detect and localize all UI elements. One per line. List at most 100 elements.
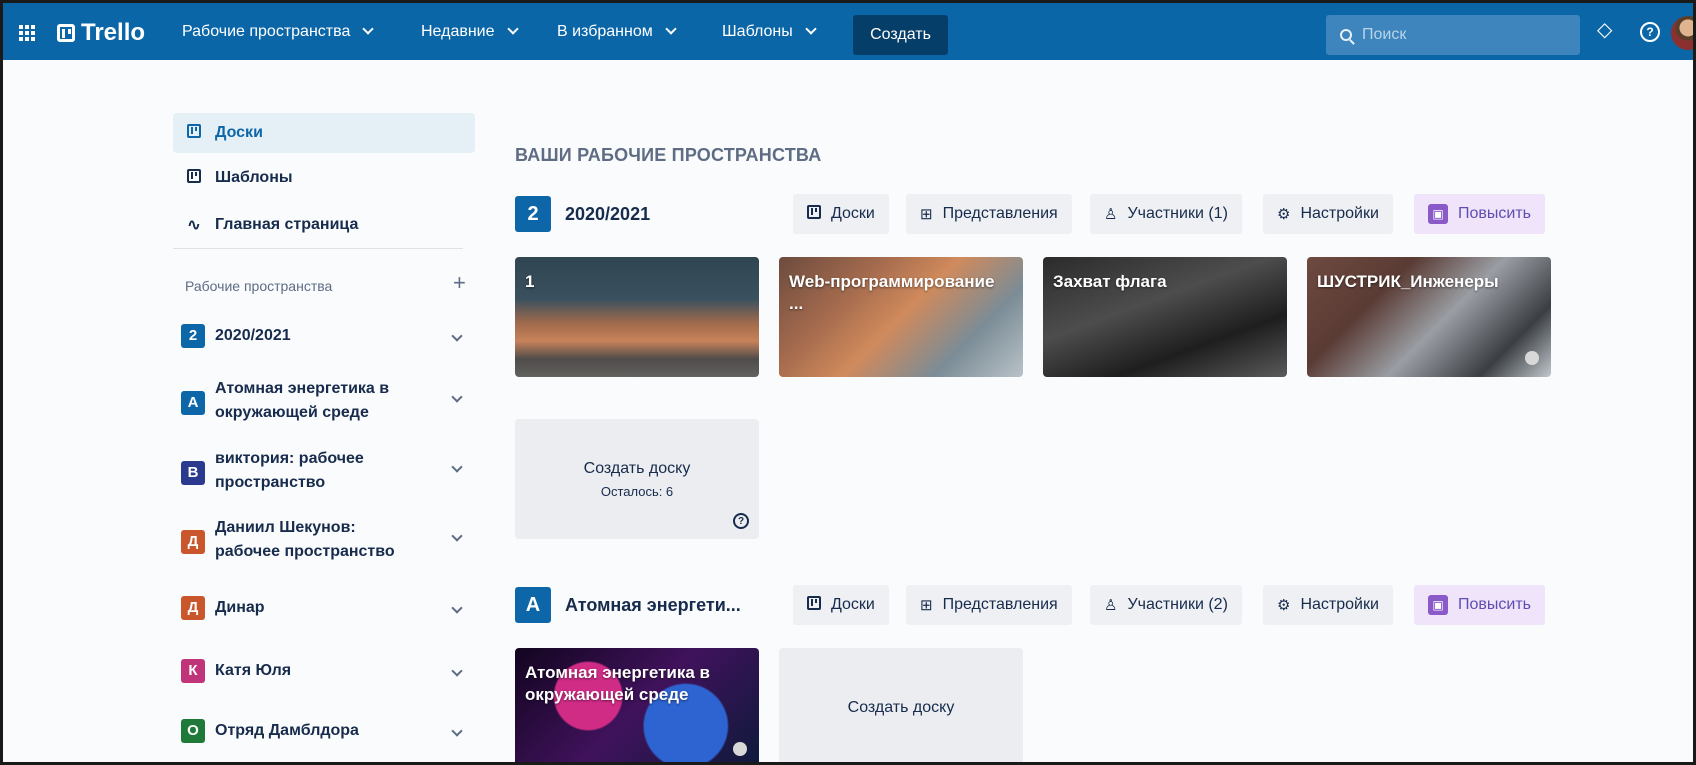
board-icon	[807, 205, 821, 223]
chevron-down-icon	[665, 23, 677, 35]
board-title: 1	[525, 272, 535, 291]
board-title: Атомная энергетика в окружающей среде	[525, 663, 710, 704]
workspace-views-button[interactable]: ⊞ Представления	[906, 194, 1072, 234]
nav-recent[interactable]: Недавние	[421, 3, 519, 60]
workspace-title: 2020/2021	[565, 203, 651, 224]
nav-workspaces[interactable]: Рабочие пространства	[182, 3, 375, 60]
workspace-badge: А	[515, 587, 551, 623]
button-label: Настройки	[1300, 596, 1379, 613]
chevron-down-icon[interactable]	[451, 461, 463, 473]
board-tile[interactable]: Захват флага	[1043, 257, 1287, 377]
gear-icon: ⚙	[1277, 597, 1291, 614]
button-label: Повысить	[1458, 205, 1531, 222]
workspace-title: Атомная энергети...	[565, 594, 741, 615]
upgrade-icon: ▣	[1428, 595, 1448, 615]
chevron-down-icon	[506, 23, 519, 35]
nav-workspaces-label: Рабочие пространства	[182, 22, 351, 40]
workspace-name: Катя Юля	[215, 662, 292, 679]
workspace-name: Динар	[215, 599, 265, 616]
help-icon[interactable]: ?	[733, 513, 749, 529]
workspace-views-button[interactable]: ⊞ Представления	[906, 585, 1072, 625]
sidebar-workspace-katya[interactable]: К Катя Юля	[181, 655, 471, 683]
sidebar-workspace-otryad[interactable]: О Отряд Дамблдора	[181, 715, 471, 743]
workspace-boards-button[interactable]: Доски	[793, 194, 889, 234]
workspace-members-button[interactable]: ♙ Участники (1)	[1090, 194, 1242, 234]
workspace-badge: О	[181, 719, 205, 743]
workspace-badge: Д	[181, 530, 205, 554]
chevron-down-icon[interactable]	[451, 665, 463, 677]
chevron-down-icon[interactable]	[451, 391, 463, 403]
create-board-tile[interactable]: Создать доску Осталось: 6 ?	[515, 419, 759, 539]
workspace-upgrade-button[interactable]: ▣ Повысить	[1414, 585, 1545, 625]
workspace-settings-button[interactable]: ⚙ Настройки	[1263, 585, 1393, 625]
status-dot	[733, 742, 747, 756]
workspace-badge: А	[181, 391, 205, 415]
workspace-badge: В	[181, 461, 205, 485]
sidebar-item-templates[interactable]: Шаблоны	[173, 158, 475, 198]
button-label: Представления	[942, 205, 1058, 222]
avatar[interactable]	[1671, 16, 1693, 50]
search-input[interactable]: Поиск	[1326, 15, 1580, 55]
board-title: ШУСТРИК_Инженеры	[1317, 272, 1499, 291]
create-board-tile[interactable]: Создать доску	[779, 648, 1023, 762]
search-icon	[1340, 29, 1352, 41]
sidebar-workspace-daniil[interactable]: Д Даниил Шекунов: рабочее пространство	[181, 516, 471, 564]
nav-recent-label: Недавние	[421, 22, 495, 40]
workspace-upgrade-button[interactable]: ▣ Повысить	[1414, 194, 1545, 234]
workspace-badge: 2	[181, 324, 205, 348]
workspaces-heading: Рабочие пространства	[185, 278, 333, 294]
button-label: Участники (2)	[1127, 596, 1228, 613]
sidebar-workspace-dinar[interactable]: Д Динар	[181, 592, 471, 620]
workspace-members-button[interactable]: ♙ Участники (2)	[1090, 585, 1242, 625]
workspace-name: Даниил Шекунов: рабочее пространство	[215, 519, 395, 560]
page-title: ВАШИ РАБОЧИЕ ПРОСТРАНСТВА	[515, 145, 822, 165]
grid-icon: ⊞	[920, 206, 933, 223]
sidebar-item-boards[interactable]: Доски	[173, 113, 475, 153]
chevron-down-icon	[362, 23, 375, 35]
person-icon: ♙	[1104, 597, 1118, 614]
workspace-name: виктория: рабочее пространство	[215, 450, 364, 491]
template-icon	[185, 168, 203, 188]
board-tile[interactable]: Web-программирование ...	[779, 257, 1023, 377]
help-icon[interactable]: ?	[1640, 22, 1660, 42]
nav-starred[interactable]: В избранном	[557, 3, 677, 60]
sidebar-workspace-2020-2021[interactable]: 2 2020/2021	[181, 320, 471, 348]
upgrade-icon: ▣	[1428, 204, 1448, 224]
board-tile[interactable]: 1	[515, 257, 759, 377]
workspace-badge: Д	[181, 596, 205, 620]
activity-icon: ∿	[187, 217, 201, 234]
grid-icon: ⊞	[920, 597, 933, 614]
button-label: Представления	[942, 596, 1058, 613]
chevron-down-icon[interactable]	[451, 530, 463, 542]
workspace-name: 2020/2021	[215, 327, 291, 344]
create-board-label: Создать доску	[583, 459, 691, 477]
nav-templates[interactable]: Шаблоны	[722, 3, 817, 60]
app-switcher-icon[interactable]	[19, 25, 35, 41]
search-placeholder: Поиск	[1362, 26, 1407, 43]
button-label: Повысить	[1458, 596, 1531, 613]
workspace-settings-button[interactable]: ⚙ Настройки	[1263, 194, 1393, 234]
sidebar-item-home[interactable]: ∿ Главная страница	[173, 205, 475, 245]
workspace-badge: 2	[515, 196, 551, 232]
logo-text: Trello	[81, 19, 146, 46]
status-dot	[1525, 351, 1539, 365]
board-icon	[185, 123, 203, 143]
board-tile[interactable]: ШУСТРИК_Инженеры	[1307, 257, 1551, 377]
create-button[interactable]: Создать	[853, 15, 948, 55]
workspace-boards-button[interactable]: Доски	[793, 585, 889, 625]
chevron-down-icon[interactable]	[451, 330, 463, 342]
chevron-down-icon[interactable]	[451, 602, 463, 614]
button-label: Доски	[831, 596, 875, 613]
notifications-icon[interactable]: ◇	[1597, 17, 1612, 42]
board-tile[interactable]: Атомная энергетика в окружающей среде	[515, 648, 759, 762]
add-workspace-icon[interactable]: +	[453, 270, 466, 296]
workspace-name: Атомная энергетика в окружающей среде	[215, 380, 390, 421]
sidebar-item-label: Главная страница	[215, 216, 359, 233]
workspace-header: 2 2020/2021	[515, 194, 650, 234]
sidebar-workspace-atom[interactable]: А Атомная энергетика в окружающей среде	[181, 377, 471, 425]
sidebar-workspace-viktoria[interactable]: В виктория: рабочее пространство	[181, 447, 471, 495]
trello-logo[interactable]: Trello	[57, 19, 145, 47]
person-icon: ♙	[1104, 206, 1118, 223]
chevron-down-icon[interactable]	[451, 725, 463, 737]
boards-remaining: Осталось: 6	[600, 483, 674, 499]
